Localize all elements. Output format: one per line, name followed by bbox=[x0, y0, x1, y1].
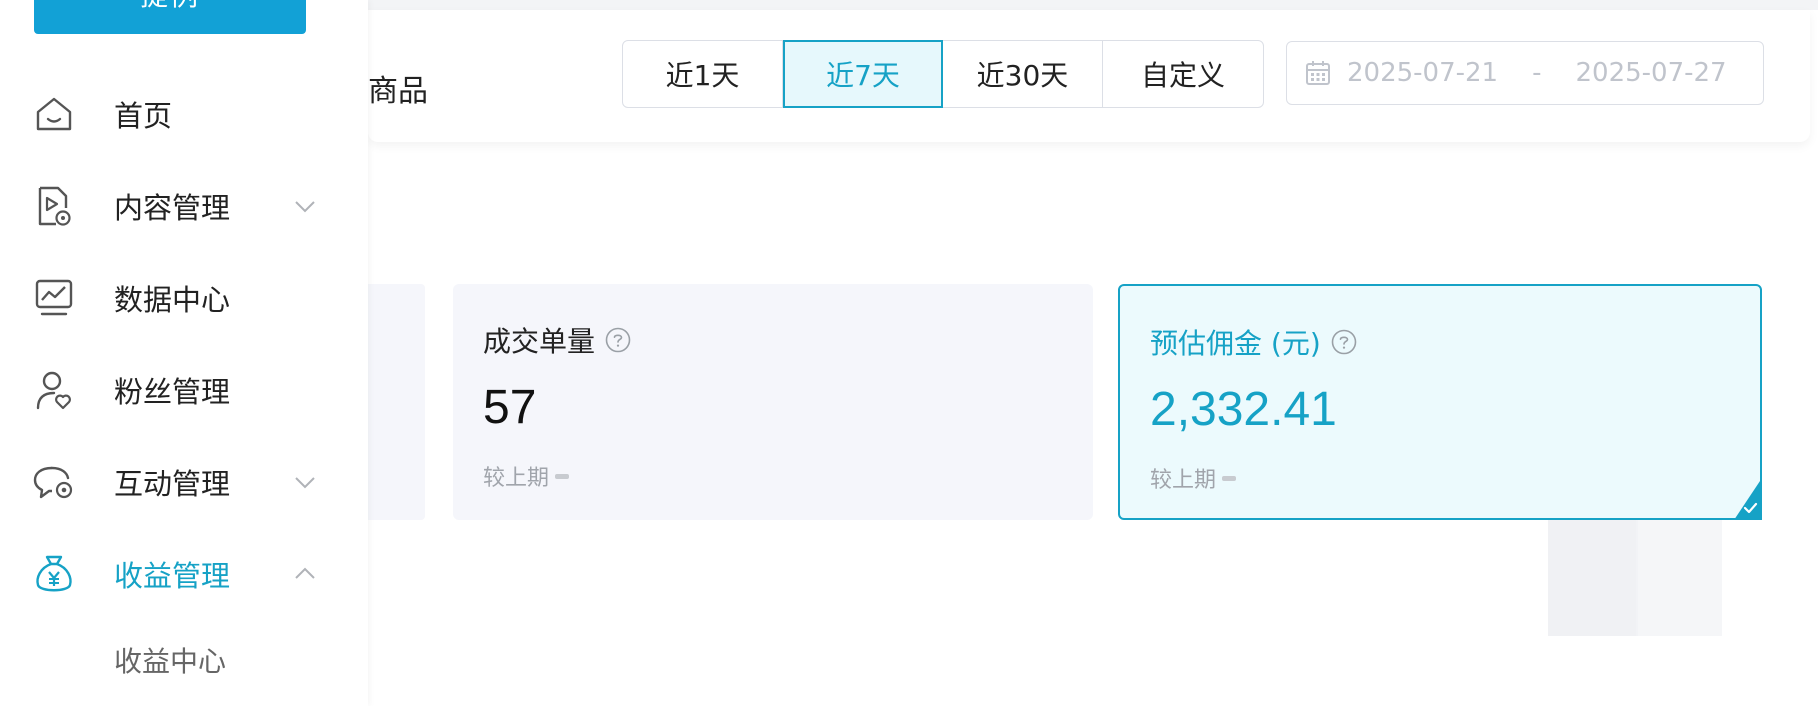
metric-card-commission[interactable]: 预估佣金 (元) 2,332.41 较上期 bbox=[1118, 284, 1762, 520]
date-range-picker[interactable]: 2025-07-21 - 2025-07-27 bbox=[1286, 41, 1764, 105]
chevron-down-icon[interactable] bbox=[292, 193, 318, 219]
filter-title: 商品 bbox=[368, 74, 428, 109]
sidebar-item-interaction[interactable]: 互动管理 bbox=[0, 452, 368, 512]
help-icon[interactable] bbox=[605, 327, 631, 353]
sidebar-item-home[interactable]: 首页 bbox=[0, 84, 368, 144]
commission-compare: 较上期 bbox=[1150, 462, 1237, 494]
sidebar-item-content[interactable]: 内容管理 bbox=[0, 176, 368, 236]
range-7-day-button[interactable]: 近7天 bbox=[783, 40, 943, 108]
date-end-input[interactable]: 2025-07-27 bbox=[1576, 58, 1727, 88]
chat-settings-icon bbox=[33, 466, 73, 499]
range-30-day-button[interactable]: 近30天 bbox=[943, 41, 1103, 107]
selected-check-icon bbox=[1734, 478, 1762, 520]
date-range-segmented: 近1天 近7天 近30天 自定义 bbox=[622, 40, 1264, 108]
sidebar-item-label: 内容管理 bbox=[114, 191, 231, 225]
commission-label: 预估佣金 (元) bbox=[1150, 327, 1321, 360]
date-start-input[interactable]: 2025-07-21 bbox=[1347, 58, 1498, 88]
sidebar-item-label: 收益管理 bbox=[114, 559, 231, 593]
calendar-icon bbox=[1306, 61, 1330, 85]
sidebar-item-label: 首页 bbox=[114, 99, 173, 133]
metric-card-partial[interactable] bbox=[368, 284, 425, 520]
sidebar-subitem-earnings-center[interactable]: 收益中心 bbox=[114, 640, 226, 680]
sidebar: 提例 首页 内容管理 数据中心 bbox=[0, 0, 368, 706]
sidebar-item-label: 互动管理 bbox=[114, 467, 231, 501]
sidebar-top-button[interactable]: 提例 bbox=[34, 0, 306, 34]
fans-user-icon bbox=[36, 371, 71, 410]
main-content: 商品 近1天 近7天 近30天 自定义 2025-07-21 - 2025-07… bbox=[368, 0, 1818, 706]
chevron-down-icon[interactable] bbox=[292, 469, 318, 495]
orders-compare-label: 较上期 bbox=[483, 466, 550, 491]
flat-trend-icon bbox=[1222, 475, 1237, 481]
chevron-up-icon[interactable] bbox=[292, 561, 318, 587]
sidebar-item-fans[interactable]: 粉丝管理 bbox=[0, 360, 368, 420]
orders-label: 成交单量 bbox=[483, 325, 596, 358]
range-custom-button[interactable]: 自定义 bbox=[1103, 41, 1263, 107]
sidebar-item-earnings[interactable]: 收益管理 bbox=[0, 544, 368, 604]
commission-label-row: 预估佣金 (元) bbox=[1150, 322, 1357, 362]
filter-bar: 商品 近1天 近7天 近30天 自定义 2025-07-21 - 2025-07… bbox=[368, 10, 1810, 142]
orders-value: 57 bbox=[483, 381, 537, 434]
sidebar-item-label: 数据中心 bbox=[114, 283, 231, 317]
money-bag-icon bbox=[36, 555, 72, 592]
content-video-icon bbox=[38, 186, 71, 226]
flat-trend-icon bbox=[555, 473, 570, 479]
orders-label-row: 成交单量 bbox=[483, 320, 631, 360]
metric-card-orders[interactable]: 成交单量 57 较上期 bbox=[453, 284, 1093, 520]
sidebar-item-label: 粉丝管理 bbox=[114, 375, 231, 409]
top-divider bbox=[368, 0, 1818, 10]
commission-value: 2,332.41 bbox=[1150, 383, 1337, 436]
chart-monitor-icon bbox=[35, 279, 73, 316]
help-icon[interactable] bbox=[1331, 329, 1357, 355]
range-1-day-button[interactable]: 近1天 bbox=[623, 41, 783, 107]
orders-compare: 较上期 bbox=[483, 460, 570, 492]
sidebar-top-button-label: 提例 bbox=[140, 0, 200, 14]
sidebar-item-data-center[interactable]: 数据中心 bbox=[0, 268, 368, 328]
commission-compare-label: 较上期 bbox=[1150, 468, 1217, 493]
date-separator: - bbox=[1532, 58, 1542, 88]
home-icon bbox=[36, 97, 72, 131]
